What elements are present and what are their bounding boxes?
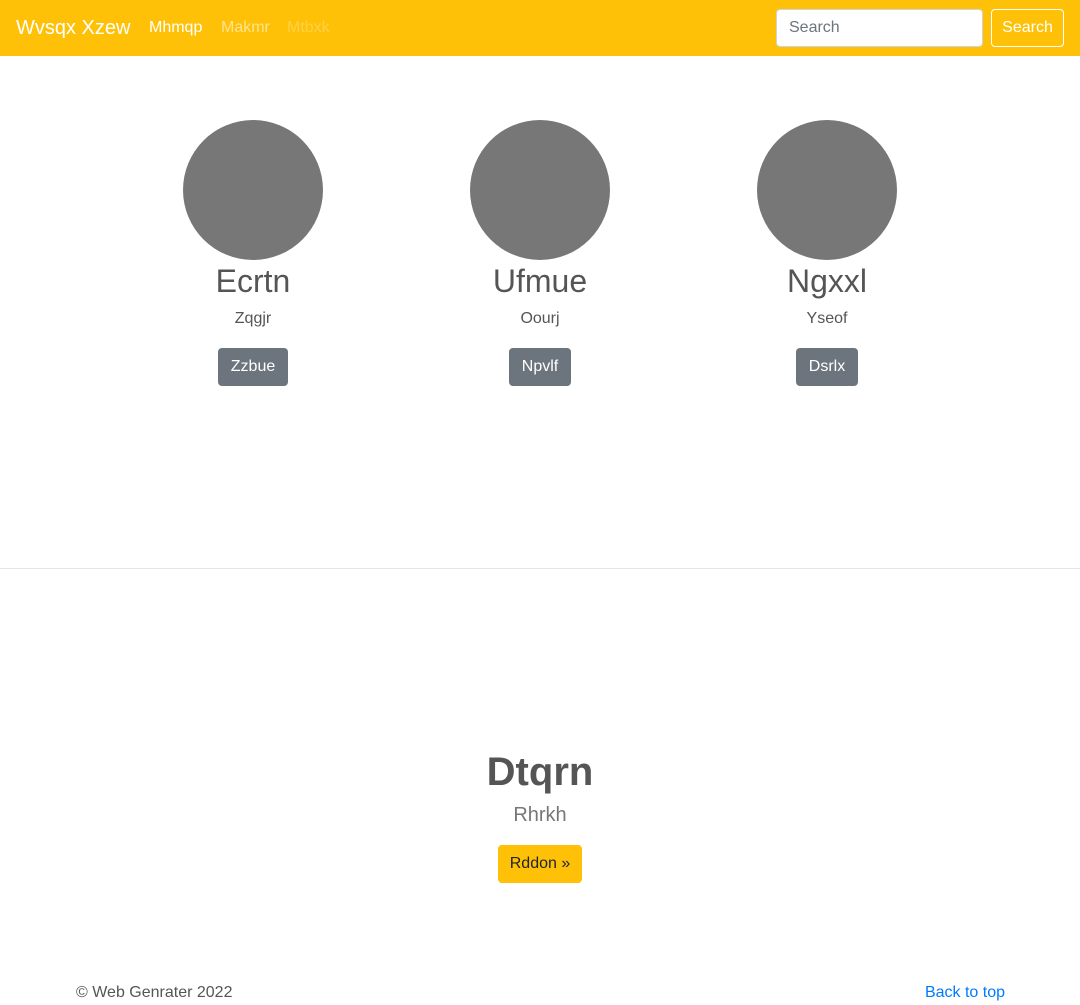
avatar-placeholder <box>470 120 610 260</box>
member-name: Ecrtn <box>215 263 291 299</box>
member-button[interactable]: Zzbue <box>217 348 289 386</box>
footer-copyright: © Web Genrater 2022 <box>76 984 233 1001</box>
hero-subtitle: Rhrkh <box>513 804 567 826</box>
nav-link-2[interactable]: Makmr <box>221 18 270 38</box>
member-button[interactable]: Dsrlx <box>795 348 859 386</box>
nav-link-3-disabled: Mtbxk <box>287 19 330 36</box>
section-divider <box>0 568 1080 569</box>
member-role: Zqgjr <box>234 310 272 327</box>
team-member-card: Ufmue Oourj Npvlf <box>420 120 660 386</box>
hero-section: Dtqrn Rhrkh Rddon » <box>0 748 1080 883</box>
nav-link-1[interactable]: Mhmqp <box>149 18 202 38</box>
brand-link[interactable]: Wvsqx Xzew <box>16 14 130 42</box>
member-button[interactable]: Npvlf <box>508 348 572 386</box>
avatar-placeholder <box>757 120 897 260</box>
team-member-card: Ecrtn Zqgjr Zzbue <box>133 120 373 386</box>
search-button[interactable]: Search <box>991 9 1064 47</box>
hero-button[interactable]: Rddon » <box>497 845 583 883</box>
back-to-top-link[interactable]: Back to top <box>925 983 1005 1003</box>
member-name: Ufmue <box>492 263 588 299</box>
avatar-placeholder <box>183 120 323 260</box>
search-input[interactable] <box>776 9 983 47</box>
member-name: Ngxxl <box>786 263 867 299</box>
member-role: Oourj <box>520 310 560 327</box>
member-role: Yseof <box>806 310 848 327</box>
top-navbar: Wvsqx Xzew Mhmqp Makmr Mtbxk Search <box>0 0 1080 56</box>
hero-title: Dtqrn <box>486 750 594 794</box>
team-member-card: Ngxxl Yseof Dsrlx <box>707 120 947 386</box>
